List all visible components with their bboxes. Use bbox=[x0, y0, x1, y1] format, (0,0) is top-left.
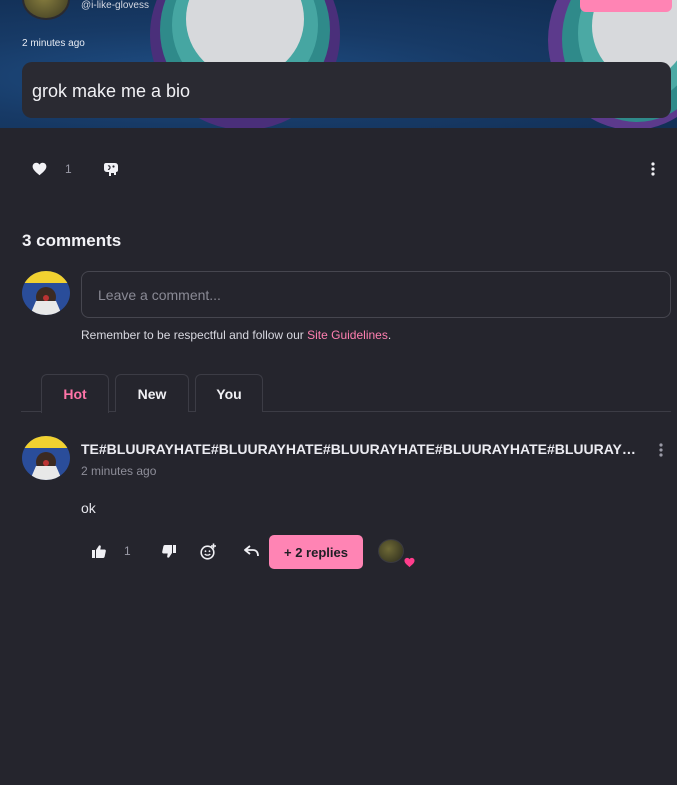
comment-body: ok bbox=[81, 500, 96, 516]
elephant-icon bbox=[104, 163, 118, 176]
comment-more-button[interactable] bbox=[652, 441, 670, 459]
current-user-avatar bbox=[22, 271, 70, 315]
replier-avatar[interactable] bbox=[378, 539, 404, 563]
comment-input[interactable] bbox=[81, 271, 671, 318]
more-vertical-icon bbox=[651, 162, 655, 176]
post-content-card: grok make me a bio bbox=[22, 62, 671, 118]
comment-dislike-button[interactable] bbox=[160, 543, 178, 559]
post-timestamp: 2 minutes ago bbox=[22, 38, 85, 49]
comment-like-count: 1 bbox=[124, 544, 131, 558]
guidelines-period: . bbox=[387, 328, 392, 342]
thumbs-down-icon bbox=[162, 544, 176, 558]
guidelines-text: Remember to be respectful and follow our bbox=[81, 328, 308, 342]
comment-sort-tabs: Hot New You bbox=[21, 374, 671, 413]
comment-like-button[interactable] bbox=[90, 543, 108, 559]
tab-you[interactable]: You bbox=[195, 374, 263, 412]
add-reaction-button[interactable] bbox=[198, 541, 218, 561]
post-action-bar: 1 bbox=[0, 150, 677, 188]
add-reaction-icon bbox=[199, 543, 216, 560]
site-guidelines-link[interactable]: Site Guidelines bbox=[307, 328, 388, 342]
thumbs-up-icon bbox=[92, 544, 106, 558]
reply-icon bbox=[243, 545, 259, 557]
show-replies-button[interactable]: + 2 replies bbox=[269, 535, 363, 569]
like-button[interactable] bbox=[30, 161, 48, 177]
post-more-button[interactable] bbox=[644, 160, 662, 178]
tab-new[interactable]: New bbox=[115, 374, 189, 412]
heart-icon bbox=[32, 162, 46, 176]
comment-author-avatar[interactable] bbox=[22, 436, 70, 480]
author-handle[interactable]: @i-like-glovess bbox=[81, 0, 149, 11]
post-banner: @i-like-glovess 2 minutes ago grok make … bbox=[0, 0, 677, 128]
post-like-count: 1 bbox=[65, 162, 72, 176]
post-text: grok make me a bio bbox=[32, 81, 191, 101]
more-vertical-icon bbox=[659, 443, 663, 457]
comment-timestamp: 2 minutes ago bbox=[81, 464, 157, 478]
tab-hot[interactable]: Hot bbox=[41, 374, 109, 413]
heart-badge-icon bbox=[404, 557, 415, 568]
follow-button[interactable] bbox=[580, 0, 672, 12]
reply-button[interactable] bbox=[242, 543, 260, 559]
author-avatar[interactable] bbox=[22, 0, 70, 20]
page: @i-like-glovess 2 minutes ago grok make … bbox=[0, 0, 677, 785]
comment-author-name[interactable]: TE#BLUURAYHATE#BLUURAYHATE#BLUURAYHATE#B… bbox=[81, 441, 639, 457]
comments-count-heading: 3 comments bbox=[22, 231, 122, 250]
elephant-button[interactable] bbox=[101, 160, 121, 178]
guidelines-notice: Remember to be respectful and follow our… bbox=[81, 328, 391, 342]
